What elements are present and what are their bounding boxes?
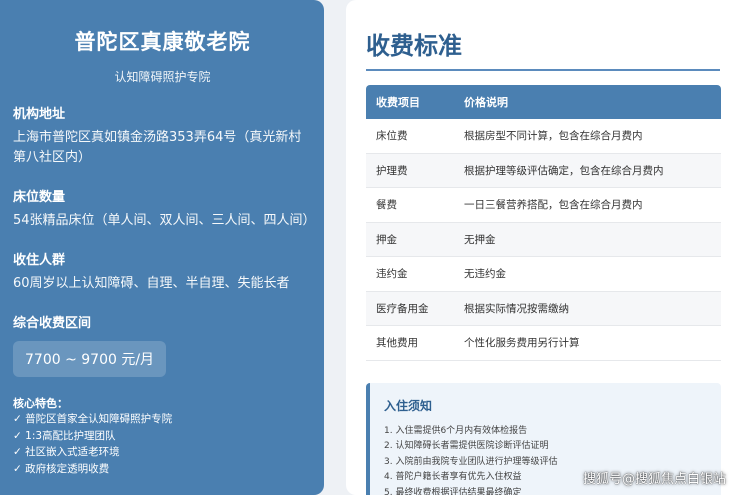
table-row: 餐费 一日三餐营养搭配，包含在综合月费内 bbox=[366, 187, 721, 223]
fee-standard-panel: 收费标准 收费项目 价格说明 床位费 根据房型不同计算，包含在综合月费内 护理费… bbox=[346, 0, 740, 495]
fee-item-name: 其他费用 bbox=[366, 325, 454, 361]
title-divider bbox=[366, 69, 720, 71]
feature-item: ✓ 1:3高配比护理团队 bbox=[13, 429, 116, 442]
fee-item-description: 一日三餐营养搭配，包含在综合月费内 bbox=[454, 187, 721, 223]
source-watermark: 搜狐号@搜狐焦点白银站 bbox=[582, 472, 726, 487]
fee-item-description: 无违约金 bbox=[454, 256, 721, 292]
table-row: 护理费 根据护理等级评估确定，包含在综合月费内 bbox=[366, 153, 721, 188]
features-title: 核心特色： bbox=[13, 397, 68, 410]
feature-item: ✓ 普陀区首家全认知障碍照护专院 bbox=[13, 413, 173, 425]
notice-item: 1. 入住需提供6个月内有效体检报告 bbox=[384, 425, 528, 436]
table-header-item: 收费项目 bbox=[366, 85, 454, 119]
address-value: 上海市普陀区真如镇金汤路353弄64号（真光新村第八社区内） bbox=[13, 130, 302, 165]
fee-item-description: 根据实际情况按需缴纳 bbox=[454, 291, 721, 326]
fee-item-description: 根据房型不同计算，包含在综合月费内 bbox=[454, 119, 721, 154]
fee-item-name: 床位费 bbox=[366, 119, 454, 154]
beds-label: 床位数量 bbox=[13, 190, 66, 205]
table-row: 床位费 根据房型不同计算，包含在综合月费内 bbox=[366, 119, 721, 154]
fee-standard-title: 收费标准 bbox=[366, 32, 462, 60]
fee-item-name: 押金 bbox=[366, 222, 454, 257]
residents-label: 收住人群 bbox=[13, 253, 66, 268]
fee-item-description: 根据护理等级评估确定，包含在综合月费内 bbox=[454, 153, 721, 188]
institution-name: 普陀区真康敬老院 bbox=[74, 30, 251, 54]
fee-item-name: 医疗备用金 bbox=[366, 291, 454, 326]
institution-subtitle: 认知障碍照护专院 bbox=[114, 70, 211, 84]
table-row: 违约金 无违约金 bbox=[366, 256, 721, 292]
table-header-description: 价格说明 bbox=[454, 85, 721, 119]
table-row: 其他费用 个性化服务费用另行计算 bbox=[366, 325, 721, 361]
address-label: 机构地址 bbox=[13, 107, 66, 122]
beds-value: 54张精品床位（单人间、双人间、三人间、四人间） bbox=[13, 213, 316, 228]
fee-range-value: 7700 ~ 9700 元/月 bbox=[13, 341, 167, 377]
table-row: 押金 无押金 bbox=[366, 222, 721, 257]
notice-item: 2. 认知障碍长者需提供医院诊断评估证明 bbox=[384, 441, 549, 451]
fee-item-name: 违约金 bbox=[366, 256, 454, 292]
notice-title: 入住须知 bbox=[384, 398, 433, 413]
fee-item-name: 餐费 bbox=[366, 187, 454, 223]
fee-item-description: 个性化服务费用另行计算 bbox=[454, 325, 721, 361]
fee-range-label: 综合收费区间 bbox=[13, 316, 92, 331]
table-row: 医疗备用金 根据实际情况按需缴纳 bbox=[366, 291, 721, 326]
feature-item: ✓ 政府核定透明收费 bbox=[13, 462, 110, 475]
fee-item-description: 无押金 bbox=[454, 222, 721, 257]
fee-table: 收费项目 价格说明 床位费 根据房型不同计算，包含在综合月费内 护理费 根据护理… bbox=[366, 85, 721, 361]
institution-info-panel: 普陀区真康敬老院 认知障碍照护专院 机构地址 上海市普陀区真如镇金汤路353弄6… bbox=[0, 0, 324, 495]
fee-item-name: 护理费 bbox=[366, 153, 454, 188]
feature-item: ✓ 社区嵌入式适老环境 bbox=[13, 446, 120, 458]
residents-value: 60周岁以上认知障碍、自理、半自理、失能长者 bbox=[13, 276, 290, 291]
